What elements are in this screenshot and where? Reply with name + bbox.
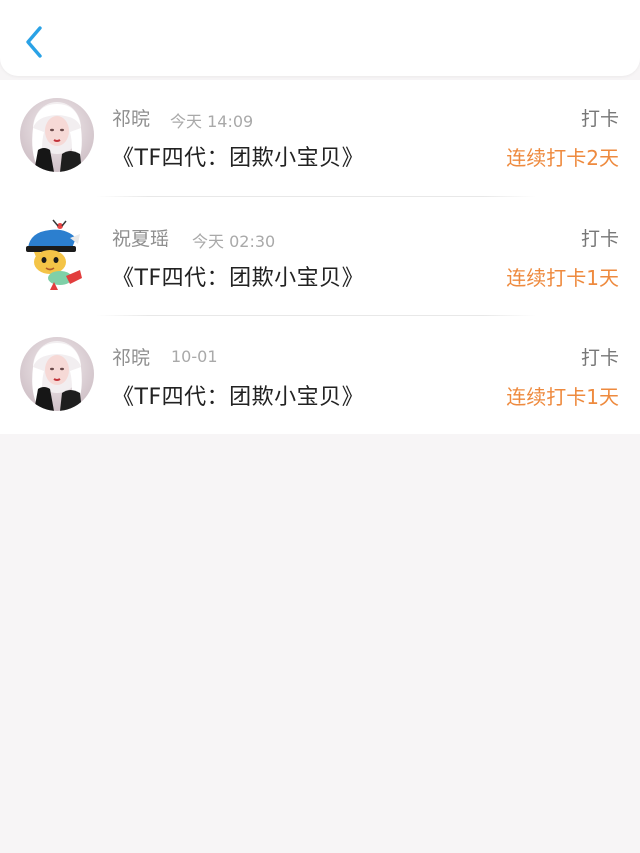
timestamp: 10-01 (171, 347, 218, 366)
list-item[interactable]: 祝夏瑶 今天 02:30 《TF四代：团欺小宝贝》 打卡 连续打卡1天 (0, 200, 640, 318)
divider (96, 315, 536, 316)
entry-title[interactable]: 《TF四代：团欺小宝贝》 (112, 379, 364, 411)
avatar[interactable] (20, 98, 94, 172)
avatar[interactable] (20, 337, 94, 411)
timestamp: 今天 14:09 (170, 112, 254, 131)
list-item[interactable]: 祁晥 10-01 《TF四代：团欺小宝贝》 打卡 连续打卡1天 (0, 319, 640, 437)
streak-label: 连续打卡1天 (506, 385, 619, 409)
entry-title[interactable]: 《TF四代：团欺小宝贝》 (112, 140, 364, 172)
user-name[interactable]: 祝夏瑶 (112, 224, 169, 251)
chevron-left-icon (26, 26, 42, 58)
checkin-label: 打卡 (580, 347, 619, 369)
entry-title[interactable]: 《TF四代：团欺小宝贝》 (112, 260, 364, 292)
divider (96, 196, 536, 197)
checkin-label: 打卡 (580, 228, 619, 250)
list-item[interactable]: 祁晥 今天 14:09 《TF四代：团欺小宝贝》 打卡 连续打卡2天 (0, 80, 640, 198)
checkin-label: 打卡 (580, 108, 619, 130)
timestamp: 今天 02:30 (192, 232, 276, 251)
back-button[interactable] (18, 22, 54, 62)
streak-label: 连续打卡2天 (506, 146, 619, 170)
user-name[interactable]: 祁晥 (112, 104, 150, 131)
avatar[interactable] (20, 218, 94, 292)
checkin-list: 祁晥 今天 14:09 《TF四代：团欺小宝贝》 打卡 连续打卡2天 祝夏瑶 今… (0, 80, 640, 434)
user-name[interactable]: 祁晥 (112, 343, 150, 370)
top-bar (0, 0, 640, 76)
streak-label: 连续打卡1天 (506, 266, 619, 290)
